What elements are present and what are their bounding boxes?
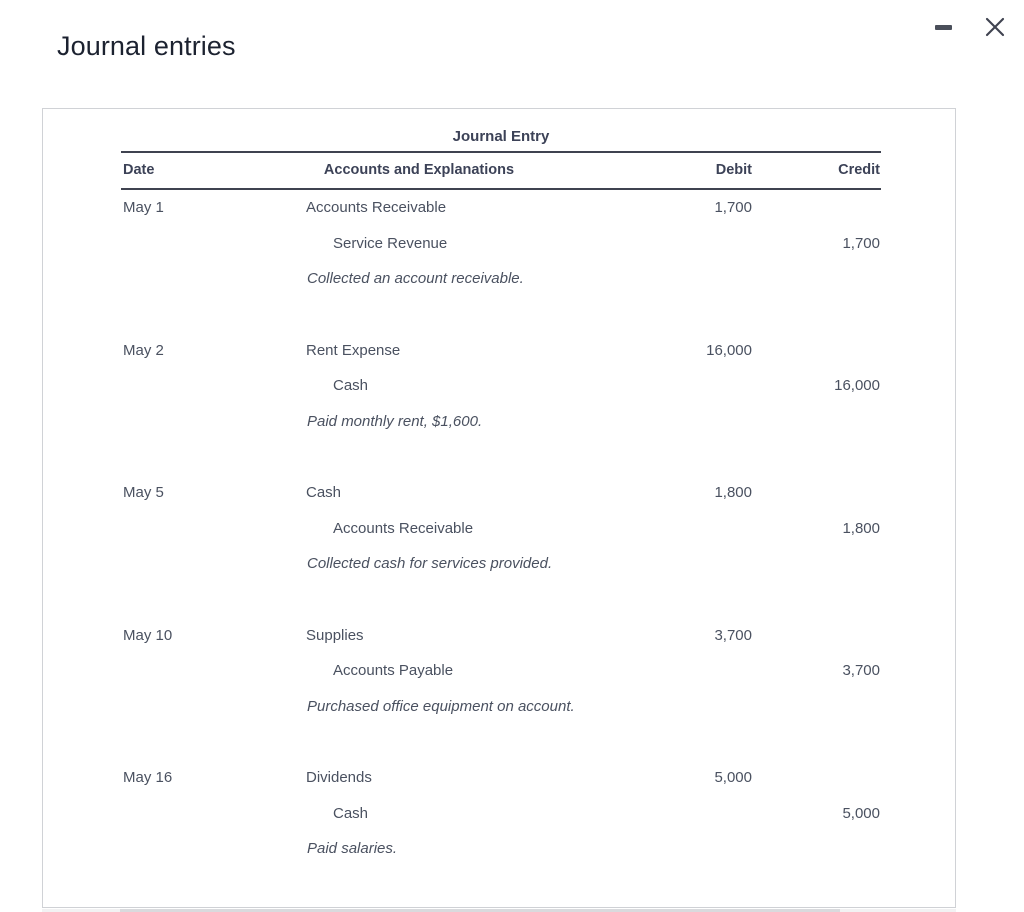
table-caption: Journal Entry [452, 128, 550, 145]
entry-date-blank [121, 261, 213, 297]
credit-amount: 3,700 [842, 662, 880, 679]
credit-account: Accounts Receivable [333, 519, 474, 537]
entry-date: May 1 [123, 199, 164, 216]
table-row: May 5 Cash 1,800 [121, 475, 881, 511]
debit-credit-blank [753, 618, 881, 654]
table-body: May 1 Accounts Receivable 1,700 Service Rev… [121, 189, 881, 867]
credit-account: Accounts Payable [333, 662, 454, 679]
table-row: May 10 Supplies 3,700 [121, 618, 881, 654]
credit-amount: 16,000 [834, 377, 880, 394]
table-row: Cash 16,000 [121, 368, 881, 404]
debit-account: Rent Expense [306, 341, 401, 359]
entry-date-blank [121, 368, 213, 404]
entry-date-blank [121, 511, 213, 547]
column-header-account: Accounts and Explanations [213, 151, 625, 190]
entry-date: May 16 [123, 769, 173, 786]
credit-debit-blank [625, 368, 753, 404]
entry-explanation: Purchased office equipment on account. [307, 697, 575, 715]
minimize-button[interactable] [930, 14, 956, 40]
debit-amount: 3,700 [714, 626, 752, 644]
spacer-cell [121, 724, 881, 760]
table-row: May 16 Dividends 5,000 [121, 760, 881, 796]
minimize-icon [934, 24, 952, 30]
row-spacer [121, 582, 881, 618]
entry-explanation: Collected an account receivable. [307, 270, 524, 287]
debit-account: Dividends [306, 769, 372, 786]
credit-debit-blank [625, 511, 753, 547]
row-spacer [121, 297, 881, 333]
close-icon [985, 17, 1005, 37]
debit-credit-blank [753, 760, 881, 796]
table-row: Paid monthly rent, $1,600. [121, 404, 881, 440]
table-row: Purchased office equipment on account. [121, 689, 881, 725]
table-row: Collected cash for services provided. [121, 546, 881, 582]
credit-amount: 1,700 [842, 234, 880, 252]
credit-account: Service Revenue [333, 234, 448, 252]
debit-amount: 1,700 [714, 199, 752, 216]
page-title: Journal entries [57, 31, 236, 61]
credit-account: Cash [333, 804, 369, 822]
journal-table-wrapper: Journal Entry Date Accounts and Explanat… [121, 126, 881, 867]
debit-account: Accounts Receivable [306, 199, 447, 216]
debit-amount: 16,000 [706, 341, 752, 359]
entry-date-blank [121, 546, 213, 582]
entry-date-blank [121, 796, 213, 832]
journal-card: Journal Entry Date Accounts and Explanat… [42, 108, 956, 908]
header-row: Date Accounts and Explanations Debit Cre… [121, 151, 881, 190]
entry-date-blank [121, 831, 213, 867]
debit-amount: 1,800 [714, 484, 752, 501]
close-button[interactable] [982, 14, 1008, 40]
credit-account: Cash [333, 377, 369, 394]
debit-amount: 5,000 [714, 769, 752, 786]
entry-date: May 10 [123, 626, 173, 644]
column-header-credit: Credit [753, 151, 881, 190]
credit-debit-blank [625, 226, 753, 262]
row-spacer [121, 439, 881, 475]
credit-debit-blank [625, 653, 753, 689]
credit-amount: 5,000 [842, 804, 880, 822]
column-header-debit: Debit [625, 151, 753, 190]
debit-account: Cash [306, 484, 342, 501]
journal-entries-table: Date Accounts and Explanations Debit Cre… [121, 151, 881, 867]
table-row: May 2 Rent Expense 16,000 [121, 333, 881, 369]
spacer-cell [121, 582, 881, 618]
entry-date: May 2 [123, 341, 164, 359]
entry-date-blank [121, 689, 213, 725]
entry-date-blank [121, 653, 213, 689]
table-row: Service Revenue 1,700 [121, 226, 881, 262]
table-row: Accounts Receivable 1,800 [121, 511, 881, 547]
spacer-cell [121, 297, 881, 333]
debit-credit-blank [753, 333, 881, 369]
entry-date-blank [121, 404, 213, 440]
table-header: Date Accounts and Explanations Debit Cre… [121, 151, 881, 190]
entry-explanation: Collected cash for services provided. [307, 555, 553, 572]
entry-date-blank [121, 226, 213, 262]
debit-account: Supplies [306, 626, 364, 644]
column-header-date: Date [121, 151, 213, 190]
row-spacer [121, 724, 881, 760]
spacer-cell [121, 439, 881, 475]
credit-amount: 1,800 [842, 519, 880, 537]
table-row: Paid salaries. [121, 831, 881, 867]
debit-credit-blank [753, 475, 881, 511]
window-controls [930, 10, 1008, 44]
entry-explanation: Paid salaries. [307, 840, 398, 857]
credit-debit-blank [625, 796, 753, 832]
table-row: Collected an account receivable. [121, 261, 881, 297]
debit-credit-blank [753, 189, 881, 226]
table-row: Accounts Payable 3,700 [121, 653, 881, 689]
entry-date: May 5 [123, 484, 164, 501]
table-row: May 1 Accounts Receivable 1,700 [121, 189, 881, 226]
entry-explanation: Paid monthly rent, $1,600. [307, 412, 483, 430]
table-row: Cash 5,000 [121, 796, 881, 832]
